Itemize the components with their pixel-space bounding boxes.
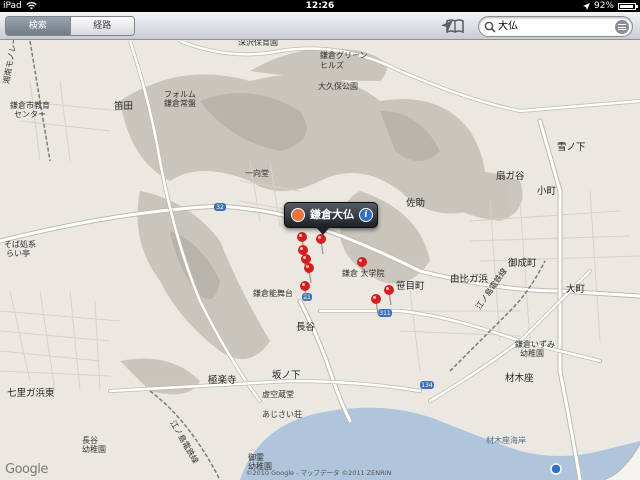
- label-hills: ヒルズ: [320, 61, 344, 70]
- label-kasada: 笛田: [114, 101, 134, 112]
- current-location-dot: [550, 463, 562, 475]
- maps-screen: iPad 12:26 92% 検索 経路 大仏 32 311 134 深沢保育園…: [0, 0, 640, 480]
- label-hase-school-1: 長谷: [82, 436, 98, 445]
- label-noh: 鎌倉能舞台: [253, 289, 293, 298]
- label-soba-1: そば処系: [4, 240, 36, 249]
- label-ogigayatsu: 扇ガ谷: [496, 171, 525, 182]
- label-sakanoshita: 坂ノ下: [272, 370, 301, 381]
- google-logo: Google: [5, 462, 48, 477]
- location-status-icon: [582, 2, 590, 10]
- map-pin-icon[interactable]: [355, 256, 369, 278]
- map-pin-icon[interactable]: [369, 293, 383, 315]
- map-copyright: ©2010 Google - マップデータ ©2011 ZENRIN: [246, 469, 392, 477]
- mode-segmented-control: 検索 経路: [5, 16, 135, 36]
- label-zaimoku-kaigan: 材木座海岸: [486, 436, 526, 445]
- search-field[interactable]: 大仏: [478, 16, 633, 37]
- bookmarks-icon[interactable]: [445, 17, 465, 35]
- label-sasamemachi: 笹目町: [396, 281, 425, 292]
- label-zaimokuza: 材木座: [505, 373, 534, 384]
- toolbar: 検索 経路 大仏: [0, 12, 640, 40]
- person-icon[interactable]: [291, 208, 305, 222]
- label-yui-school-1: 御霊: [248, 453, 264, 462]
- list-icon[interactable]: [615, 20, 629, 34]
- map-pin-icon[interactable]: [314, 233, 328, 255]
- magnifier-icon: [484, 21, 496, 33]
- route-32-label: 32: [216, 204, 224, 211]
- label-edu-1: 鎌倉市教育: [10, 101, 50, 110]
- battery-percent: 92%: [593, 1, 614, 11]
- label-yukinoshita: 雪ノ下: [557, 142, 586, 153]
- label-okubo: 大久保公園: [318, 82, 358, 91]
- info-icon[interactable]: i: [359, 208, 373, 222]
- label-gokurakuji: 極楽寺: [208, 375, 237, 386]
- label-jozo: 鎌倉常盤: [164, 99, 196, 108]
- label-sasuke: 佐助: [406, 198, 426, 209]
- label-hikarigaoka: 一向堂: [245, 169, 269, 178]
- label-shichirigahama: 七里ガ浜東: [7, 388, 55, 399]
- map-canvas: 32 311 134 21: [0, 41, 640, 480]
- label-onarimachi: 御成町: [508, 258, 537, 269]
- label-forum: フォルム: [164, 90, 196, 99]
- route-134-label: 134: [421, 382, 433, 389]
- label-edu-2: センター: [14, 110, 46, 119]
- label-izumi-2: 幼稚園: [520, 349, 544, 358]
- battery-icon: [618, 2, 638, 10]
- map-pin-icon[interactable]: [298, 280, 312, 302]
- page-curl-icon[interactable]: [603, 444, 640, 480]
- tab-directions[interactable]: 経路: [69, 17, 134, 35]
- label-hase: 長谷: [296, 322, 316, 333]
- label-yuigahama: 由比ガ浜: [450, 274, 489, 285]
- map-pin-icon[interactable]: [382, 284, 396, 306]
- pin-callout[interactable]: 鎌倉大仏 i: [284, 202, 378, 235]
- status-time: 12:26: [305, 1, 335, 11]
- label-kokozo: 虚空蔵堂: [262, 390, 294, 399]
- label-komachi: 小町: [537, 186, 557, 197]
- label-ajisaitei: あじさい荘: [262, 410, 302, 419]
- callout-title: 鎌倉大仏: [310, 208, 354, 221]
- map-view[interactable]: 32 311 134 21 深沢保育園 鎌倉グリーン ヒルズ 大久保公園 フォル…: [0, 28, 640, 480]
- tab-search[interactable]: 検索: [6, 17, 70, 35]
- label-hase-school-2: 幼稚園: [82, 445, 106, 454]
- label-izumi-1: 鎌倉いずみ: [515, 340, 555, 349]
- label-soba-2: らい亭: [6, 249, 30, 258]
- label-kamakura-green: 鎌倉グリーン: [320, 51, 368, 60]
- status-bar: iPad 12:26 92%: [0, 0, 640, 12]
- label-omachi: 大町: [566, 284, 586, 295]
- search-input[interactable]: 大仏: [498, 19, 518, 35]
